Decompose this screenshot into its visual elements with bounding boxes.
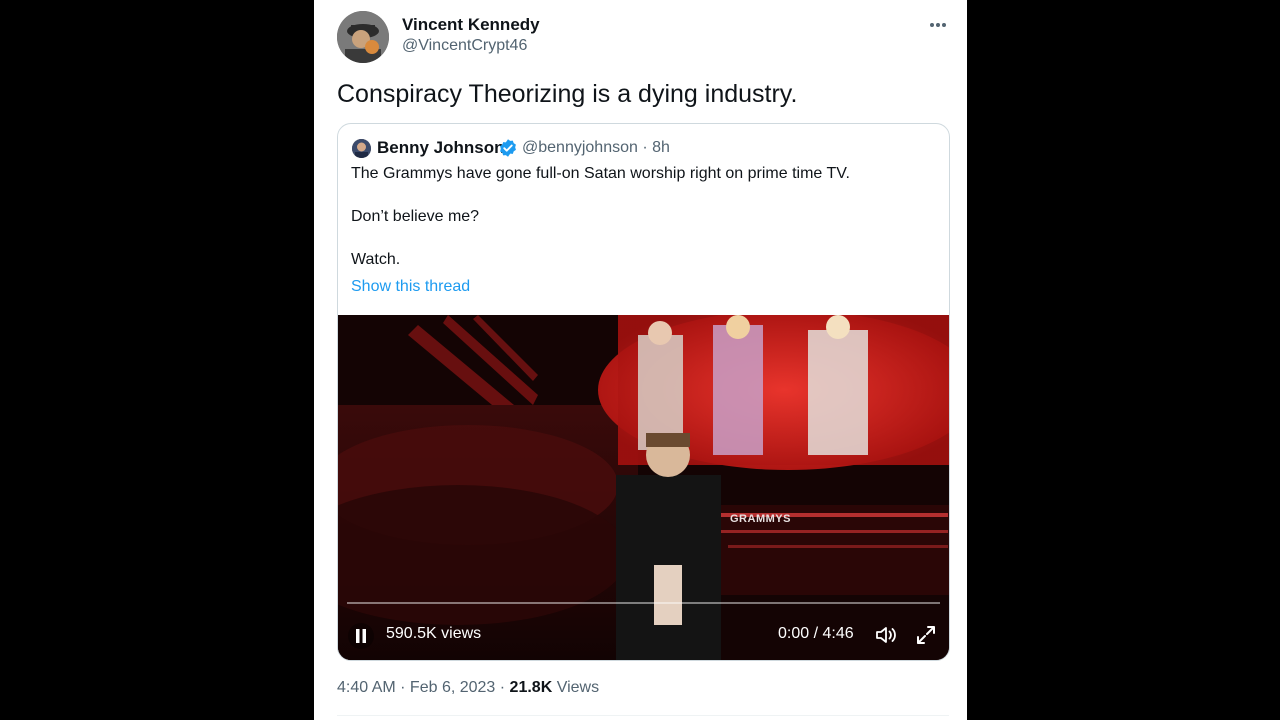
author-handle[interactable]: @VincentCrypt46 xyxy=(402,37,527,55)
more-options-icon[interactable] xyxy=(927,14,949,36)
tweet-card: Vincent Kennedy @VincentCrypt46 Conspira… xyxy=(314,0,967,720)
video-player[interactable]: GRAMMYS 590.5K views 0:00 / 4:46 xyxy=(338,315,949,660)
video-timeline[interactable] xyxy=(347,602,940,604)
quote-line: Don’t believe me? xyxy=(351,208,480,225)
views-label: Views xyxy=(552,679,600,696)
video-time: 0:00 / 4:46 xyxy=(778,625,854,642)
quote-author-name[interactable]: Benny Johnson xyxy=(377,138,505,158)
quoted-tweet[interactable]: Benny Johnson @bennyjohnson · 8h The Gra… xyxy=(337,123,950,661)
author-avatar[interactable] xyxy=(337,11,389,63)
fullscreen-icon[interactable] xyxy=(914,623,938,647)
show-thread-link[interactable]: Show this thread xyxy=(351,278,470,296)
quote-author-avatar[interactable] xyxy=(352,139,371,158)
divider xyxy=(337,715,949,716)
video-frame xyxy=(338,315,949,660)
quote-author-handle[interactable]: @bennyjohnson · 8h xyxy=(522,139,670,157)
verified-badge-icon xyxy=(498,138,518,158)
views-count: 21.8K xyxy=(509,679,553,696)
video-views: 590.5K views xyxy=(386,625,482,642)
tweet-footer: 4:40 AM · Feb 6, 2023 · 21.8K Views xyxy=(337,679,599,697)
quote-line: The Grammys have gone full-on Satan wors… xyxy=(351,165,850,182)
tweet-timestamp[interactable]: 4:40 AM · Feb 6, 2023 · xyxy=(337,679,510,696)
quote-text: The Grammys have gone full-on Satan wors… xyxy=(351,164,931,269)
video-overlay-text: GRAMMYS xyxy=(730,513,791,525)
author-name[interactable]: Vincent Kennedy xyxy=(402,15,540,35)
volume-icon[interactable] xyxy=(874,623,898,647)
tweet-text: Conspiracy Theorizing is a dying industr… xyxy=(337,80,798,108)
pause-icon[interactable] xyxy=(348,623,374,649)
quote-line: Watch. xyxy=(351,251,401,268)
